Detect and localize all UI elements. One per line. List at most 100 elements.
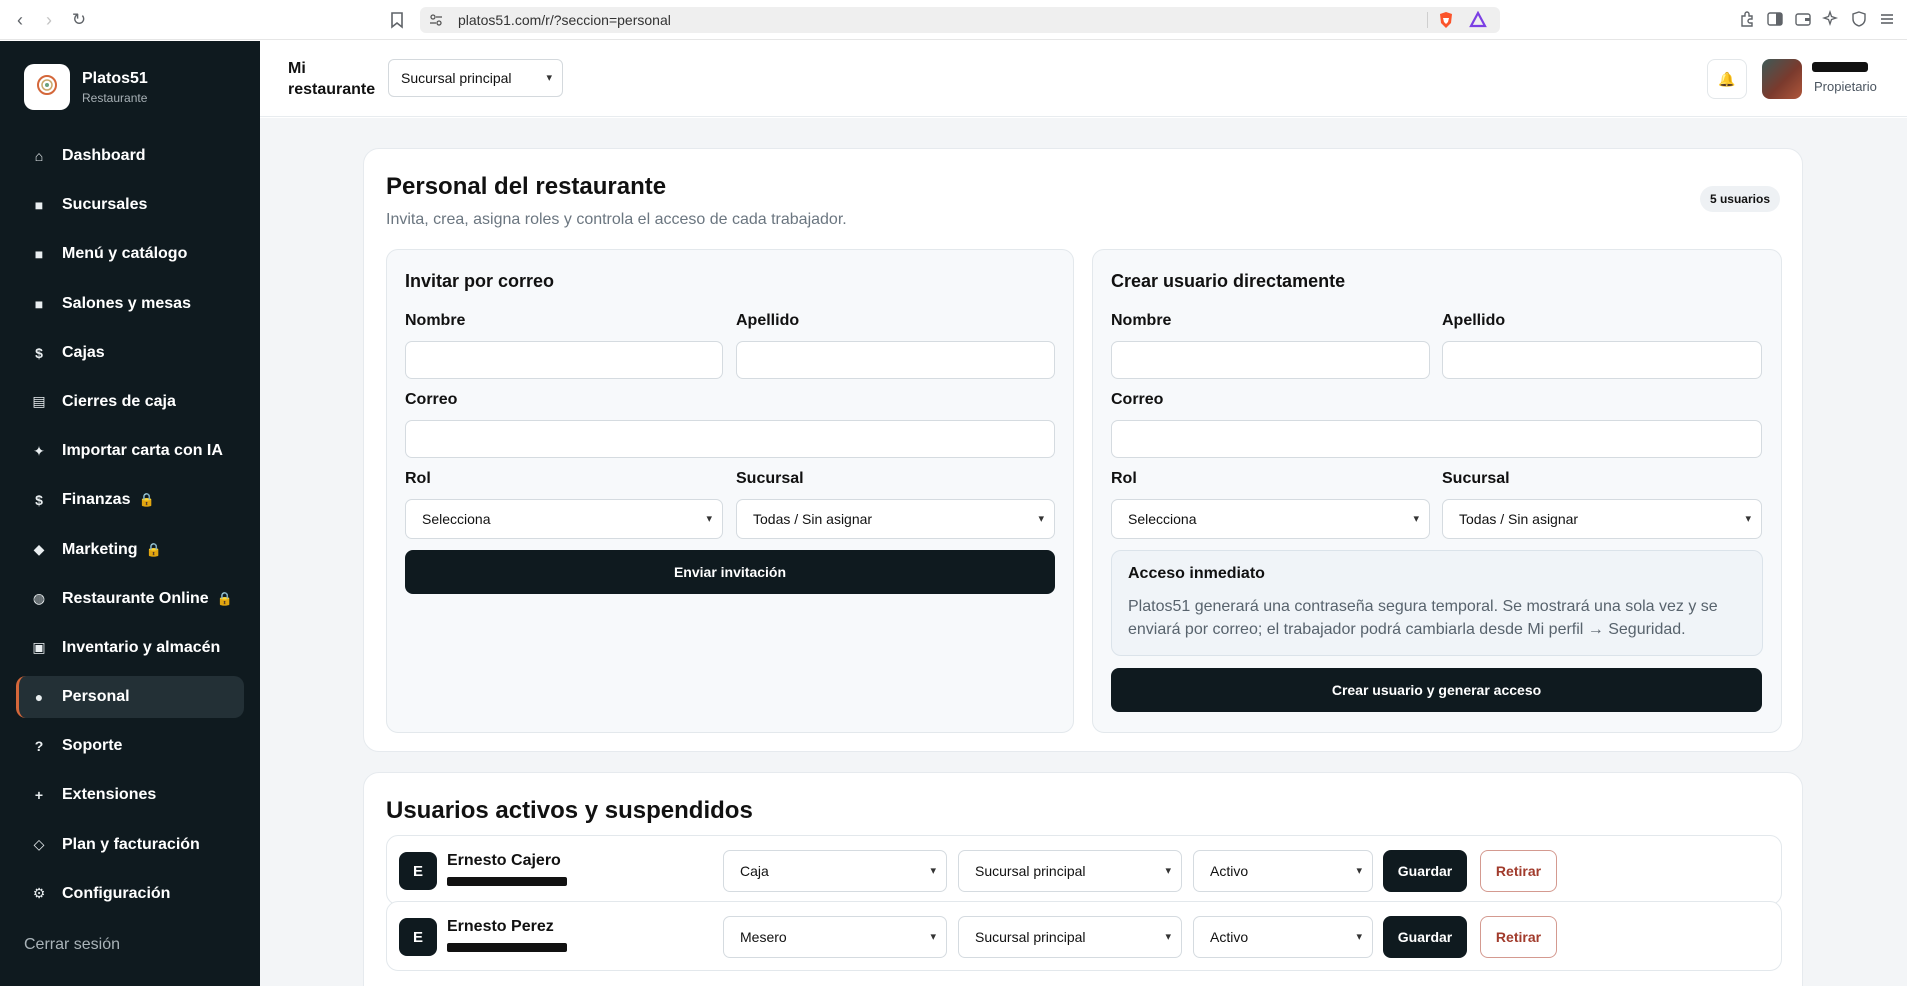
extensions-icon[interactable] (1738, 10, 1756, 28)
user-status-value: Activo (1210, 929, 1249, 945)
user-role-select[interactable]: Caja ▾ (723, 850, 947, 892)
sidebar-item-restaurante-online[interactable]: ◍ Restaurante Online 🔒 (16, 578, 244, 620)
register-icon: ▤ (32, 393, 46, 410)
create-role-label: Rol (1111, 470, 1137, 487)
invite-first-name-input[interactable] (405, 341, 723, 379)
sidebar-item-salones-y-mesas[interactable]: ■ Salones y mesas (16, 283, 244, 325)
staff-title: Personal del restaurante (386, 173, 667, 200)
sidebar-item-cierres-de-caja[interactable]: ▤ Cierres de caja (16, 381, 244, 423)
main-content: Personal del restaurante Invita, crea, a… (260, 118, 1907, 986)
invite-first-name-label: Nombre (405, 312, 466, 329)
users-title: Usuarios activos y suspendidos (386, 797, 753, 824)
user-branch-value: Sucursal principal (975, 863, 1086, 879)
notifications-button[interactable]: 🔔 (1707, 59, 1747, 99)
sidebar-item-sucursales[interactable]: ■ Sucursales (16, 184, 244, 226)
vpn-shield-icon[interactable] (1850, 10, 1868, 28)
brand-name: Platos51 (82, 69, 148, 87)
sidebar-item-personal[interactable]: ● Personal (16, 676, 244, 719)
sidebar-item-plan-y-facturacion[interactable]: ◇ Plan y facturación (16, 824, 244, 866)
chevron-down-icon: ▾ (930, 931, 936, 943)
user-branch-select[interactable]: Sucursal principal ▾ (958, 916, 1182, 958)
sidebar-item-configuracion[interactable]: ⚙ Configuración (16, 873, 244, 915)
sidebar-item-label: Dashboard (62, 147, 146, 164)
bookmark-icon[interactable] (386, 9, 408, 31)
invite-last-name-input[interactable] (736, 341, 1055, 379)
create-last-name-label: Apellido (1442, 312, 1506, 329)
invite-email-input[interactable] (405, 420, 1055, 458)
invite-title: Invitar por correo (405, 271, 555, 291)
sidebar-item-soporte[interactable]: ? Soporte (16, 725, 244, 767)
brave-shield-icon[interactable] (1437, 11, 1455, 29)
browser-menu-icon[interactable] (1878, 10, 1896, 28)
sidebar-item-importar-carta-con-ia[interactable]: ✦ Importar carta con IA (16, 430, 244, 472)
avatar[interactable] (1762, 59, 1802, 99)
address-bar[interactable]: platos51.com/r/?seccion=personal (420, 7, 1500, 33)
users-card: Usuarios activos y suspendidos E Ernesto … (363, 772, 1803, 986)
create-user-button[interactable]: Crear usuario y generar acceso (1111, 668, 1762, 712)
chevron-down-icon: ▾ (1356, 865, 1362, 877)
user-name: Ernesto Perez (447, 918, 554, 935)
sidebar-toggle-icon[interactable] (1766, 10, 1784, 28)
chevron-down-icon: ▾ (1356, 931, 1362, 943)
topbar: Mi restaurante Sucursal principal ▾ 🔔 Pr… (260, 41, 1907, 117)
bell-icon: 🔔 (1718, 70, 1736, 87)
branch-selector[interactable]: Sucursal principal ▾ (388, 59, 563, 97)
create-role-select[interactable]: Selecciona ▾ (1111, 499, 1430, 539)
sidebar-item-cajas[interactable]: $ Cajas (16, 332, 244, 374)
menu-icon: ■ (34, 246, 44, 263)
url-divider (1427, 12, 1428, 28)
create-email-input[interactable] (1111, 420, 1762, 458)
lock-icon: 🔒 (216, 590, 233, 606)
sidebar-item-label: Plan y facturación (62, 835, 200, 853)
forward-icon[interactable]: › (38, 9, 60, 31)
sidebar-item-menu-y-catalogo[interactable]: ■ Menú y catálogo (16, 233, 244, 275)
leo-ai-icon[interactable] (1821, 9, 1840, 28)
create-branch-select[interactable]: Todas / Sin asignar ▾ (1442, 499, 1762, 539)
sidebar-item-label: Importar carta con IA (62, 442, 223, 460)
user-name: Ernesto Cajero (447, 852, 561, 869)
site-settings-icon[interactable] (429, 13, 443, 27)
save-button[interactable]: Guardar (1383, 916, 1467, 958)
create-first-name-input[interactable] (1111, 341, 1430, 379)
wallet-icon[interactable] (1794, 10, 1812, 28)
user-email-redacted (447, 943, 567, 952)
create-email-label: Correo (1111, 391, 1164, 408)
user-status-select[interactable]: Activo ▾ (1193, 916, 1373, 958)
remove-button[interactable]: Retirar (1480, 916, 1557, 958)
sidebar-item-finanzas[interactable]: $ Finanzas 🔒 (16, 479, 244, 521)
user-branch-select[interactable]: Sucursal principal ▾ (958, 850, 1182, 892)
chevron-down-icon: ▾ (1038, 513, 1044, 525)
save-button[interactable]: Guardar (1383, 850, 1467, 892)
user-status-select[interactable]: Activo ▾ (1193, 850, 1373, 892)
gear-icon: ⚙ (32, 885, 46, 902)
globe-icon: ◍ (32, 590, 46, 607)
sidebar-item-label: Cierres de caja (62, 392, 176, 410)
invite-branch-select[interactable]: Todas / Sin asignar ▾ (736, 499, 1055, 539)
url-text: platos51.com/r/?seccion=personal (458, 12, 671, 28)
send-invite-button[interactable]: Enviar invitación (405, 550, 1055, 594)
invite-role-select[interactable]: Selecciona ▾ (405, 499, 723, 539)
sidebar-item-extensiones[interactable]: + Extensiones (16, 774, 244, 816)
staff-card: Personal del restaurante Invita, crea, a… (363, 148, 1803, 752)
sidebar-item-label: Sucursales (62, 196, 148, 214)
sidebar-item-dashboard[interactable]: ⌂ Dashboard (16, 135, 244, 177)
back-icon[interactable]: ‹ (9, 9, 31, 31)
user-role-select[interactable]: Mesero ▾ (723, 916, 947, 958)
sidebar-item-marketing[interactable]: ◆ Marketing 🔒 (16, 529, 244, 571)
brand-subtitle: Restaurante (82, 90, 148, 105)
reload-icon[interactable]: ↻ (68, 9, 90, 31)
brand[interactable]: Platos51 Restaurante (24, 64, 148, 110)
user-email-redacted (447, 877, 567, 886)
invite-role-value: Selecciona (422, 511, 491, 527)
sidebar-item-inventario-y-almacen[interactable]: ▣ Inventario y almacén (16, 627, 244, 669)
create-last-name-input[interactable] (1442, 341, 1762, 379)
logout-link[interactable]: Cerrar sesión (24, 936, 120, 954)
sidebar-item-label: Configuración (62, 884, 171, 902)
rewards-icon[interactable] (1469, 10, 1487, 29)
sidebar-item-label: Inventario y almacén (62, 638, 221, 656)
user-status-value: Activo (1210, 863, 1249, 879)
branch-selector-value: Sucursal principal (401, 70, 512, 86)
user-row: E Ernesto Cajero Caja ▾ Sucursal principal ▾ A… (386, 835, 1782, 905)
help-icon: ? (34, 738, 44, 755)
remove-button[interactable]: Retirar (1480, 850, 1557, 892)
